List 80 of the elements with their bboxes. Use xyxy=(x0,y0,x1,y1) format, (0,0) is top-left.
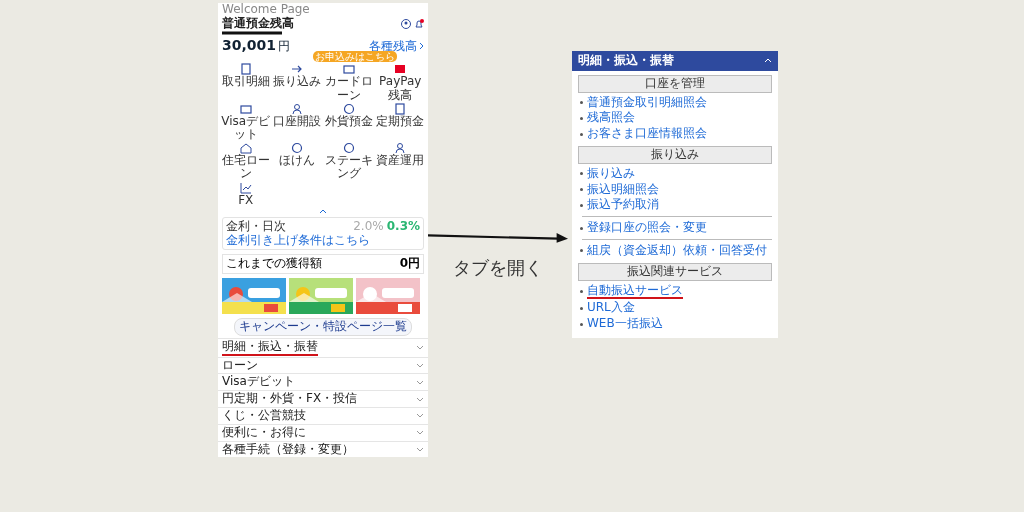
menu-link[interactable]: 登録口座の照会・変更 xyxy=(587,221,707,235)
current-rate: 0.3% xyxy=(386,219,420,234)
campaign-button[interactable]: キャンペーン・特設ページ一覧 xyxy=(234,318,412,336)
chevron-down-icon xyxy=(416,379,424,385)
chevron-down-icon xyxy=(416,396,424,402)
bullet-icon xyxy=(580,249,583,253)
person-icon xyxy=(394,142,407,155)
menu-row[interactable]: ローン xyxy=(218,356,428,374)
menu-link[interactable]: WEB一括振込 xyxy=(587,317,663,331)
bullet-icon xyxy=(580,322,583,326)
chevron-down-icon xyxy=(416,447,424,453)
menu-link[interactable]: 残高照会 xyxy=(587,111,635,126)
account-name: 普通預金残高 xyxy=(222,16,294,31)
shortcut-button[interactable]: 口座開設 xyxy=(273,102,322,142)
document-icon xyxy=(394,102,407,115)
menu-link[interactable]: 組戻（資金返却）依頼・回答受付 xyxy=(587,243,767,258)
shortcut-button[interactable]: FX xyxy=(238,181,254,207)
card-icon xyxy=(342,63,355,76)
bullet-icon xyxy=(580,203,583,207)
chevron-down-icon xyxy=(416,413,424,419)
earnings-value: 0円 xyxy=(399,257,420,272)
collapse-icon[interactable] xyxy=(318,207,328,214)
bell-icon[interactable] xyxy=(414,18,424,29)
shortcut-button[interactable]: 外貨預金 xyxy=(324,102,373,142)
shortcut-button[interactable]: 取引明細 xyxy=(221,63,270,102)
shortcut-button[interactable]: 定期預金 xyxy=(376,102,425,142)
previous-rate: 2.0% xyxy=(353,219,384,234)
bullet-icon xyxy=(580,132,583,136)
menu-link[interactable]: URL入金 xyxy=(587,301,635,316)
earnings-label: これまでの獲得額 xyxy=(226,257,322,272)
shortcut-button[interactable]: 資産運用 xyxy=(376,142,425,181)
currency-label: 円 xyxy=(278,39,291,54)
section-header: 振込関連サービス xyxy=(578,262,772,281)
bullet-icon xyxy=(580,289,583,293)
bullet-icon xyxy=(580,116,583,120)
shortcut-button[interactable]: PayPay残高 xyxy=(374,63,426,102)
rate-title: 金利・日次 xyxy=(226,219,286,234)
menu-row[interactable]: 各種手続（登録・変更） xyxy=(218,440,428,458)
menu-link[interactable]: 振込明細照会 xyxy=(587,182,659,197)
document-icon xyxy=(239,63,252,76)
redaction-mark xyxy=(222,30,282,35)
chevron-down-icon xyxy=(416,363,424,369)
bullet-icon xyxy=(580,101,583,104)
menu-link[interactable]: 自動振込サービス xyxy=(587,283,683,300)
arrow-caption: タブを開く xyxy=(453,258,543,279)
balance-amount: 30,001 xyxy=(222,36,277,53)
menu-link[interactable]: 振り込み xyxy=(587,166,635,181)
chevron-down-icon xyxy=(416,345,424,351)
promo-badge: お申込みはこちら xyxy=(313,51,397,63)
rate-link[interactable]: 金利引き上げ条件はこちら xyxy=(226,233,420,248)
menu-row[interactable]: 円定期・外貨・FX・投信 xyxy=(218,390,428,408)
house-icon xyxy=(239,142,252,155)
menu-row[interactable]: 明細・振込・振替 xyxy=(218,337,428,357)
menu-row[interactable]: 便利に・お得に xyxy=(218,423,428,441)
chart-icon xyxy=(239,181,252,194)
panel-title: 明細・振込・振替 xyxy=(578,54,674,68)
section-header: 口座を管理 xyxy=(578,74,772,93)
shortcut-button[interactable]: ほけん xyxy=(279,142,316,181)
menu-row[interactable]: くじ・公営競技 xyxy=(218,407,428,424)
section-header: 振り込み xyxy=(578,146,772,164)
panel-header[interactable]: 明細・振込・振替 xyxy=(572,51,778,71)
shortcut-button[interactable]: 住宅ローン xyxy=(220,142,272,181)
menu-row[interactable]: Visaデビット xyxy=(218,373,428,391)
chevron-down-icon xyxy=(416,430,424,436)
bullet-icon xyxy=(580,172,583,176)
shortcut-button[interactable]: 振り込み xyxy=(273,63,322,102)
bullet-icon xyxy=(580,226,583,230)
shortcut-button[interactable]: ステーキング xyxy=(323,142,375,181)
person-icon xyxy=(291,102,304,115)
chevron-right-icon xyxy=(419,41,424,50)
bullet-icon xyxy=(580,187,583,191)
card-icon xyxy=(239,102,252,115)
menu-link[interactable]: お客さま口座情報照会 xyxy=(587,127,707,141)
page-label: Welcome Page xyxy=(221,3,311,17)
shortcut-button[interactable]: カードローン xyxy=(323,63,375,102)
shortcut-button[interactable]: Visaデビット xyxy=(220,102,272,142)
user-icon[interactable] xyxy=(401,18,411,29)
menu-link[interactable]: 振込予約取消 xyxy=(587,198,659,213)
menu-link[interactable]: 普通預金取引明細照会 xyxy=(587,95,707,110)
bullet-icon xyxy=(580,306,583,310)
